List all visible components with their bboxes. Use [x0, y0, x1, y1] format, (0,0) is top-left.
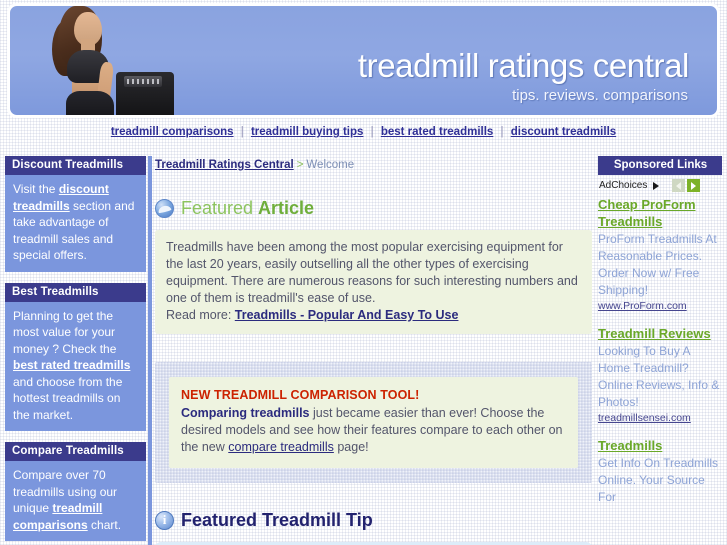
sidebar-text: Visit the [13, 182, 59, 196]
site-title: treadmill ratings central [357, 47, 690, 84]
sidebar-text: and choose from the hottest treadmills o… [13, 374, 123, 422]
nav-separator: | [240, 126, 244, 138]
sidebar-heading-discount-treadmills: Discount Treadmills [5, 156, 146, 175]
sidebar-text: Planning to get the most value for your … [13, 308, 117, 356]
sidebar-heading-compare-treadmills: Compare Treadmills [5, 442, 146, 461]
breadcrumb-separator: > [296, 159, 304, 171]
chevron-left-icon [676, 181, 682, 190]
promo-title: NEW TREADMILL COMPARISON TOOL! [181, 388, 420, 402]
ad-title-link[interactable]: Treadmills [598, 437, 722, 454]
nav-link-discount-treadmills[interactable]: discount treadmills [511, 126, 616, 138]
promo-lead: Comparing treadmills [181, 406, 310, 420]
adchoices-triangle-icon[interactable] [653, 181, 660, 190]
chevron-right-icon [691, 181, 697, 190]
ad-prev-button[interactable] [672, 179, 686, 192]
featured-tip-heading-text: Featured Treadmill Tip [181, 510, 373, 530]
breadcrumb-current: Welcome [306, 159, 355, 171]
banner-inner: treadmill ratings central tips. reviews.… [10, 6, 717, 115]
ad-description: Looking To Buy A Home Treadmill? Online … [598, 344, 720, 409]
ad-title-link[interactable]: Treadmill Reviews [598, 325, 722, 342]
read-more-link[interactable]: Treadmills - Popular And Easy To Use [235, 308, 459, 322]
sidebar-box-discount-treadmills: Discount Treadmills Visit the discount t… [5, 156, 146, 272]
read-more-label: Read more: [166, 308, 235, 322]
nav-separator: | [500, 126, 504, 138]
sponsored-links-heading: Sponsored Links [598, 156, 722, 175]
sidebar-link-best-rated-treadmills[interactable]: best rated treadmills [13, 358, 130, 372]
nav-link-treadmill-comparisons[interactable]: treadmill comparisons [111, 126, 234, 138]
ad-title-link[interactable]: Cheap ProForm Treadmills [598, 196, 722, 230]
comparison-tool-promo: NEW TREADMILL COMPARISON TOOL! Comparing… [169, 377, 578, 468]
ad-pager [672, 179, 701, 192]
ad-next-button[interactable] [687, 179, 701, 192]
photo-treadmill-buttons [127, 79, 159, 84]
ad-unit: Treadmill Reviews Looking To Buy A Home … [598, 325, 722, 424]
promo-text-2: page! [333, 440, 369, 454]
featured-article-panel: Treadmills have been among the most popu… [155, 230, 592, 334]
featured-article-heading-text: Featured Article [181, 198, 314, 219]
breadcrumb-home-link[interactable]: Treadmill Ratings Central [155, 159, 294, 171]
sidebar-box-compare-treadmills: Compare Treadmills Compare over 70 tread… [5, 442, 146, 541]
adchoices-bar: AdChoices [598, 175, 722, 196]
info-icon [155, 511, 174, 530]
heading-bold: Article [258, 198, 315, 218]
sidebar-text: chart. [87, 517, 122, 532]
ad-url-link[interactable]: www.ProForm.com [598, 300, 722, 312]
top-navigation: treadmill comparisons | treadmill buying… [0, 126, 727, 138]
nav-separator: | [370, 126, 374, 138]
adchoices-label[interactable]: AdChoices [599, 180, 647, 191]
ad-description: ProForm Treadmills At Reasonable Prices.… [598, 232, 717, 297]
ad-unit: Cheap ProForm Treadmills ProForm Treadmi… [598, 196, 722, 312]
clock-icon [155, 199, 174, 218]
sidebar-box-best-treadmills: Best Treadmills Planning to get the most… [5, 282, 146, 431]
right-sidebar: Sponsored Links AdChoices Cheap ProForm … [598, 156, 722, 519]
column-divider [148, 156, 152, 545]
promo-outer: NEW TREADMILL COMPARISON TOOL! Comparing… [155, 362, 592, 483]
page-root: treadmill ratings central tips. reviews.… [0, 0, 727, 545]
hero-photo [32, 6, 180, 115]
nav-link-treadmill-buying-tips[interactable]: treadmill buying tips [251, 126, 363, 138]
promo-compare-treadmills-link[interactable]: compare treadmills [228, 440, 334, 454]
ad-unit: Treadmills Get Info On Treadmills Online… [598, 437, 722, 506]
sidebar-body-best-treadmills: Planning to get the most value for your … [5, 301, 146, 431]
heading-plain: Featured [181, 198, 259, 218]
breadcrumb: Treadmill Ratings Central > Welcome [155, 156, 592, 171]
ad-url-link[interactable]: treadmillsensei.com [598, 412, 722, 424]
main-content: Treadmill Ratings Central > Welcome Featur… [155, 156, 592, 545]
featured-article-body: Treadmills have been among the most popu… [166, 240, 578, 305]
featured-tip-heading: Featured Treadmill Tip [155, 510, 592, 531]
photo-legs [66, 91, 114, 115]
site-tagline: tips. reviews. comparisons [512, 87, 688, 104]
site-banner: treadmill ratings central tips. reviews.… [8, 4, 719, 117]
nav-link-best-rated-treadmills[interactable]: best rated treadmills [381, 126, 493, 138]
sidebar-heading-best-treadmills: Best Treadmills [5, 282, 146, 302]
sidebar-body-compare-treadmills: Compare over 70 treadmills using our uni… [5, 461, 146, 541]
ad-description: Get Info On Treadmills Online. Your Sour… [598, 456, 719, 504]
left-sidebar: Discount Treadmills Visit the discount t… [5, 156, 146, 545]
promo-body: Comparing treadmills just became easier … [181, 405, 566, 456]
sidebar-body-discount-treadmills: Visit the discount treadmills section an… [5, 175, 146, 272]
featured-article-heading: Featured Article [155, 198, 592, 219]
